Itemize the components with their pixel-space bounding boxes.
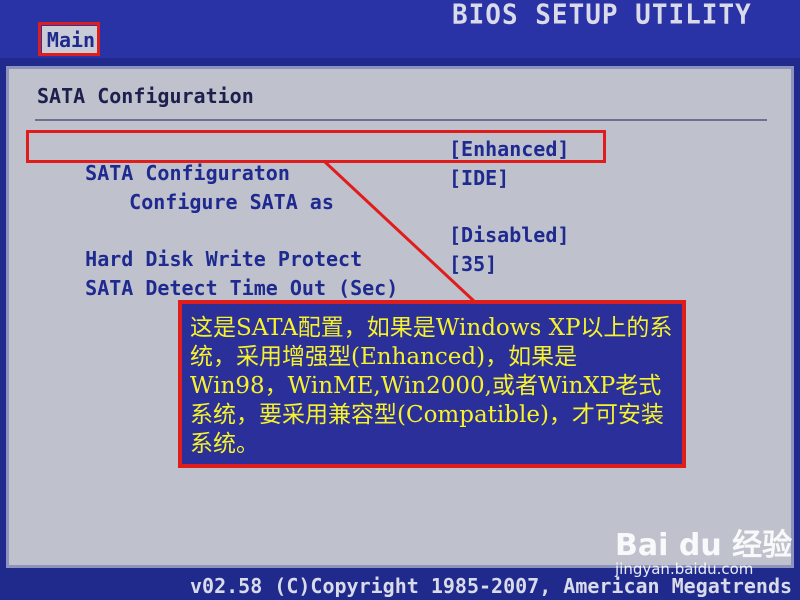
setting-label: Configure SATA as — [129, 190, 334, 214]
setting-value[interactable]: [35] — [449, 252, 497, 276]
divider — [35, 119, 767, 121]
baidu-logo: Bai du 经验 — [615, 528, 793, 563]
setting-value[interactable]: [Disabled] — [449, 223, 569, 247]
app-title: BIOS SETUP UTILITY — [452, 0, 752, 31]
main-tab-highlight — [38, 22, 100, 56]
setting-label: SATA Detect Time Out (Sec) — [85, 276, 399, 300]
sata-config-highlight — [26, 130, 606, 163]
panel-title: SATA Configuration — [37, 84, 254, 108]
top-bar: BIOS SETUP UTILITY Main — [0, 0, 800, 58]
setting-value[interactable]: [IDE] — [449, 166, 509, 190]
annotation-callout: 这是SATA配置，如果是Windows XP以上的系统，采用增强型(Enhanc… — [178, 300, 686, 468]
watermark: Bai du 经验 jingyan.baidu.com — [615, 520, 793, 578]
watermark-site: jingyan.baidu.com — [615, 560, 754, 578]
